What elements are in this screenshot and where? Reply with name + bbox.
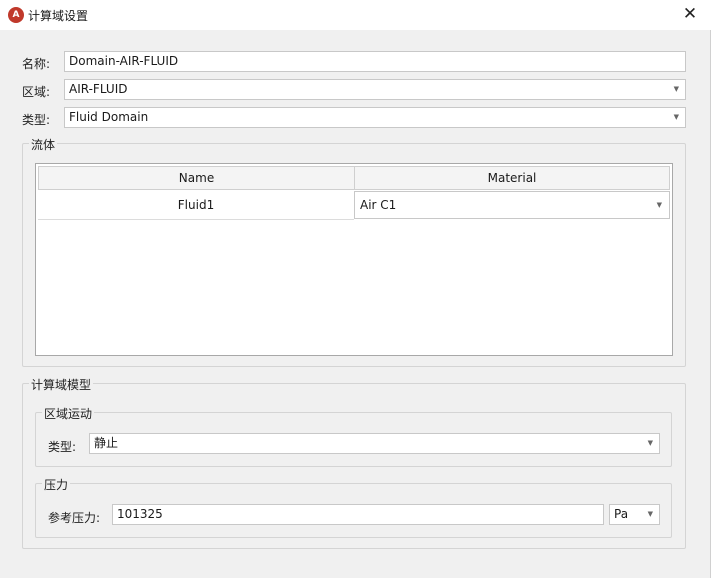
type-select[interactable]: Fluid Domain ▼ <box>64 107 686 128</box>
motion-type-label: 类型: <box>48 440 77 454</box>
name-label: 名称: <box>22 57 51 71</box>
chevron-down-icon: ▼ <box>673 113 679 121</box>
pressure-group-title: 压力 <box>42 476 71 493</box>
chevron-down-icon: ▼ <box>647 510 653 518</box>
chevron-down-icon: ▼ <box>656 201 662 209</box>
close-icon[interactable]: ✕ <box>679 3 701 25</box>
fluid-table: Name Material Fluid1 Air C1 ▼ <box>35 163 673 356</box>
chevron-down-icon: ▼ <box>647 439 653 447</box>
column-header-name[interactable]: Name <box>38 166 355 190</box>
region-motion-group-title: 区域运动 <box>42 405 95 422</box>
column-header-material[interactable]: Material <box>354 166 670 190</box>
type-label: 类型: <box>22 113 51 127</box>
reference-pressure-label: 参考压力: <box>48 511 101 525</box>
domain-model-group-title: 计算域模型 <box>29 376 94 393</box>
dialog-body: 名称: Domain-AIR-FLUID 区域: AIR-FLUID ▼ 类型:… <box>0 30 711 578</box>
window-title: 计算域设置 <box>28 9 89 23</box>
region-label: 区域: <box>22 85 51 99</box>
type-select-value: Fluid Domain <box>69 110 149 124</box>
region-select[interactable]: AIR-FLUID ▼ <box>64 79 686 100</box>
name-input[interactable]: Domain-AIR-FLUID <box>64 51 686 72</box>
reference-pressure-input[interactable]: 101325 <box>112 504 604 525</box>
material-select[interactable]: Air C1 ▼ <box>354 191 670 219</box>
material-select-value: Air C1 <box>360 198 397 212</box>
fluid-group-title: 流体 <box>29 136 58 153</box>
motion-type-select[interactable]: 静止 ▼ <box>89 433 660 454</box>
app-logo-icon: A <box>8 7 24 23</box>
pressure-unit-select[interactable]: Pa ▼ <box>609 504 660 525</box>
motion-type-value: 静止 <box>94 436 119 450</box>
region-select-value: AIR-FLUID <box>69 82 128 96</box>
chevron-down-icon: ▼ <box>673 85 679 93</box>
title-bar: A 计算域设置 ✕ <box>0 0 711 30</box>
fluid-name-cell[interactable]: Fluid1 <box>38 190 354 220</box>
pressure-unit-value: Pa <box>614 507 629 521</box>
